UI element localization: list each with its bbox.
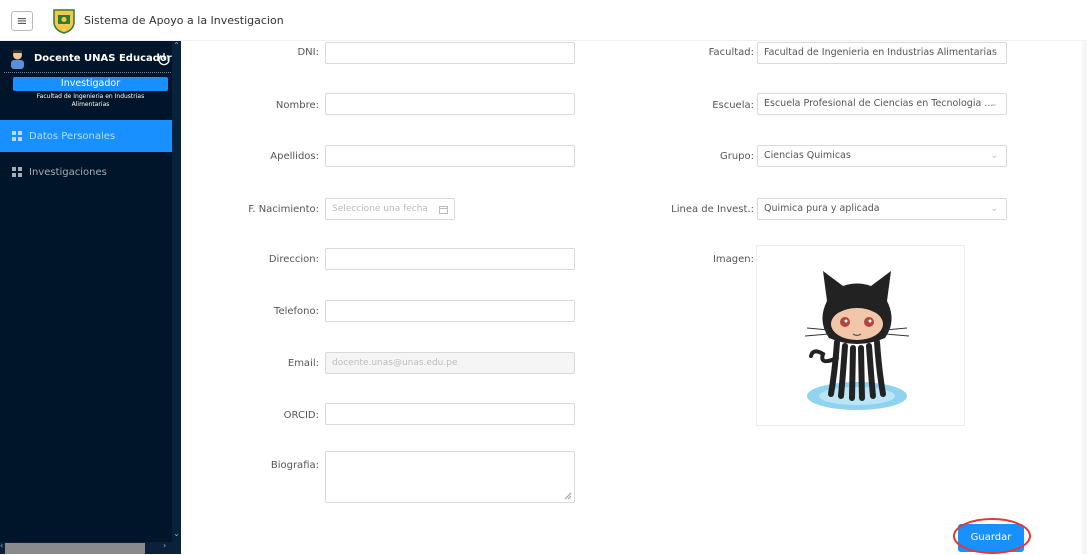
date-picker-input[interactable]: Seleccione una fecha — [325, 198, 455, 220]
date-placeholder: Seleccione una fecha — [332, 204, 428, 214]
nombre-input[interactable] — [325, 93, 575, 115]
nacimiento-label: F. Nacimiento: — [248, 204, 319, 215]
chevron-down-icon: ⌄ — [990, 48, 998, 58]
resize-handle-icon[interactable] — [564, 492, 572, 500]
hamburger-icon: ≡ — [16, 13, 28, 29]
linea-label: Linea de Invest.: — [671, 204, 754, 215]
email-label: Email: — [287, 358, 319, 369]
telefono-label: Telefono: — [274, 306, 319, 317]
facultad-label: Facultad: — [708, 47, 754, 58]
linea-select[interactable]: Quimica pura y aplicada ⌄ — [757, 198, 1007, 220]
app-title: Sistema de Apoyo a la Investigacion — [84, 14, 284, 27]
escuela-label: Escuela: — [712, 100, 754, 111]
telefono-input[interactable] — [325, 300, 575, 322]
horizontal-scroll-thumb[interactable] — [5, 543, 145, 554]
logout-power-icon[interactable] — [157, 52, 171, 66]
biografia-textarea[interactable] — [325, 451, 575, 503]
imagen-label: Imagen: — [712, 254, 754, 265]
escuela-select[interactable]: Escuela Profesional de Ciencias en Tecno… — [757, 93, 1007, 115]
page-scroll-edge — [1082, 41, 1087, 554]
grupo-select[interactable]: Ciencias Quimicas ⌄ — [757, 145, 1007, 167]
email-input: docente.unas@unas.edu.pe — [325, 352, 575, 374]
faculty-text: Facultad de Ingenieria en Industrias Ali… — [0, 93, 181, 109]
sidebar: Docente UNAS Educador Investigador Facul… — [0, 41, 181, 554]
user-name: Docente UNAS Educador — [34, 53, 172, 64]
direccion-label: Direccion: — [268, 254, 319, 265]
biografia-label: Biografia: — [270, 460, 319, 471]
apellidos-input[interactable] — [325, 145, 575, 167]
chevron-down-icon: ⌄ — [990, 151, 998, 161]
grid-icon — [12, 131, 22, 141]
grupo-label: Grupo: — [719, 151, 754, 162]
user-row: Docente UNAS Educador — [0, 47, 181, 71]
sidebar-divider — [4, 72, 177, 73]
sidebar-scrollbar[interactable] — [172, 41, 181, 554]
grid-icon — [12, 167, 22, 177]
nombre-label: Nombre: — [275, 100, 319, 111]
profile-image-upload[interactable] — [756, 245, 965, 426]
faculty-line-1: Facultad de Ingenieria en Industrias — [36, 93, 145, 100]
dni-input[interactable] — [325, 42, 575, 64]
direccion-input[interactable] — [325, 248, 575, 270]
octocat-image — [804, 271, 910, 410]
chevron-down-icon: ⌄ — [990, 99, 998, 109]
facultad-value: Facultad de Ingenieria en Industrias Ali… — [764, 47, 997, 58]
sidebar-item-label: Datos Personales — [29, 130, 116, 142]
faculty-line-2: Alimentarias — [71, 101, 110, 108]
top-bar: ≡ Sistema de Apoyo a la Investigacion — [0, 0, 1087, 41]
sidebar-item-label: Investigaciones — [29, 166, 107, 178]
menu-toggle-button[interactable]: ≡ — [11, 11, 33, 31]
grupo-value: Ciencias Quimicas — [764, 150, 851, 161]
facultad-select[interactable]: Facultad de Ingenieria en Industrias Ali… — [757, 42, 1007, 64]
university-logo-icon — [53, 9, 75, 34]
apellidos-label: Apellidos: — [270, 151, 319, 162]
user-avatar-icon — [11, 50, 24, 69]
role-badge: Investigador — [13, 77, 168, 91]
chevron-down-icon: ⌄ — [990, 204, 998, 214]
scroll-right-arrow-icon[interactable]: › — [163, 541, 166, 550]
sidebar-item-datos-personales[interactable]: Datos Personales — [0, 120, 172, 152]
dni-label: DNI: — [297, 47, 319, 58]
escuela-value: Escuela Profesional de Ciencias en Tecno… — [764, 98, 994, 109]
linea-value: Quimica pura y aplicada — [764, 203, 880, 214]
scroll-left-arrow-icon[interactable]: ‹ — [0, 541, 3, 550]
orcid-label: ORCID: — [283, 410, 319, 421]
calendar-icon — [439, 206, 448, 214]
scroll-up-arrow-icon[interactable]: ⌃ — [172, 41, 181, 53]
annotation-circle — [953, 518, 1031, 554]
orcid-input[interactable] — [325, 403, 575, 425]
scroll-down-arrow-icon[interactable]: ⌄ — [172, 529, 181, 541]
sidebar-item-investigaciones[interactable]: Investigaciones — [0, 156, 172, 188]
